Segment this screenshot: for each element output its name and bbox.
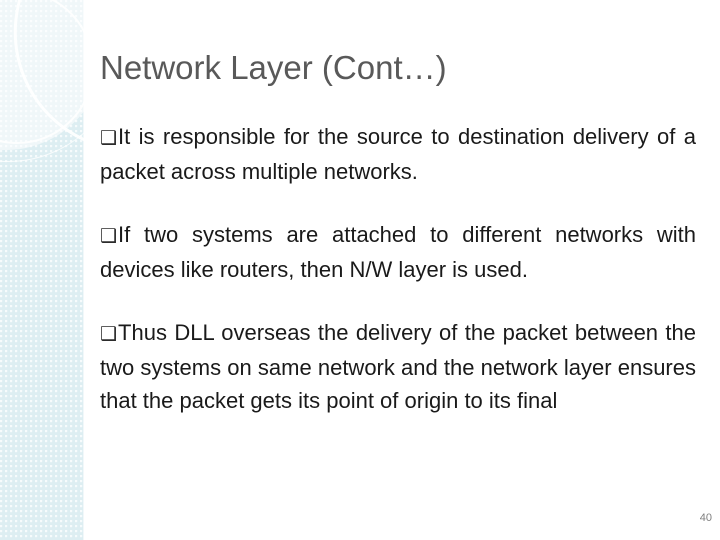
bullet-marker-icon: ❑ — [100, 225, 118, 247]
slide-title-main: Network Layer — [100, 49, 322, 86]
bullet-item: ❑If two systems are attached to differen… — [100, 218, 696, 286]
slide-canvas: Network Layer (Cont…) ❑It is responsible… — [0, 0, 720, 540]
page-number: 40 — [699, 512, 712, 524]
bullet-item: ❑Thus DLL overseas the delivery of the p… — [100, 316, 696, 417]
bullet-marker-icon: ❑ — [100, 323, 118, 345]
bullet-text: If two systems are attached to different… — [100, 222, 696, 282]
bullet-marker-icon: ❑ — [100, 127, 118, 149]
bullet-text: Thus DLL overseas the delivery of the pa… — [100, 320, 696, 413]
bullet-item: ❑It is responsible for the source to des… — [100, 120, 696, 188]
decorative-left-band — [0, 0, 84, 540]
slide-title: Network Layer (Cont…) — [100, 48, 700, 88]
slide-body: ❑It is responsible for the source to des… — [100, 120, 696, 417]
band-edge-line — [83, 0, 84, 540]
bullet-text: It is responsible for the source to dest… — [100, 124, 696, 184]
slide-title-continuation: (Cont…) — [321, 49, 447, 86]
